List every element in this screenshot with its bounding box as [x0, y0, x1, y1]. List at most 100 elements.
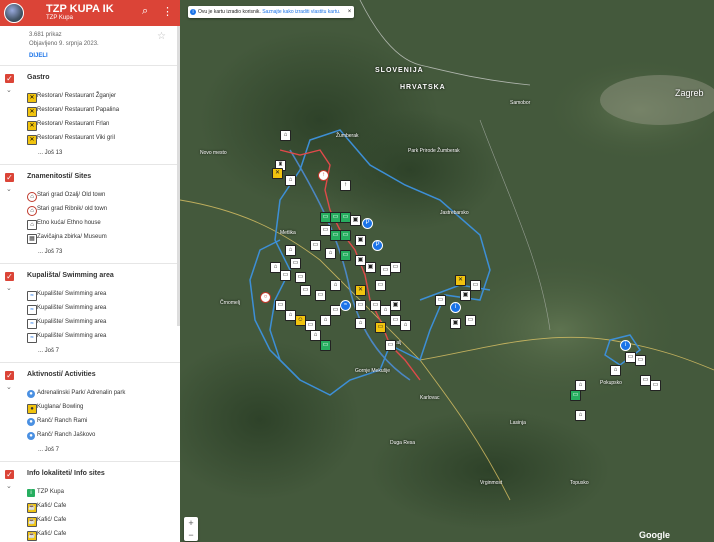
- layer-item[interactable]: ⌂ Etno kuća/ Ethno house: [0, 217, 180, 231]
- layer-item[interactable]: ✕ Restoran/ Restaurant Papalina: [0, 104, 180, 118]
- layer-item[interactable]: ✕ Restoran/ Restaurant Žganjer: [0, 90, 180, 104]
- notice-link[interactable]: Saznajte kako izraditi vlastitu kartu.: [262, 9, 340, 15]
- map-marker[interactable]: ▣: [355, 235, 366, 246]
- map-marker[interactable]: ⌂: [320, 315, 331, 326]
- swimming-icon: ≈: [27, 291, 37, 301]
- layer-title[interactable]: Kupališta/ Swimming area: [27, 272, 114, 279]
- map-marker[interactable]: ▭: [280, 270, 291, 281]
- zoom-out-button[interactable]: −: [184, 529, 198, 541]
- map-marker[interactable]: ▣: [390, 300, 401, 311]
- map-marker[interactable]: ▣: [450, 318, 461, 329]
- layer-item[interactable]: ● Kuglana/ Bowling: [0, 401, 180, 415]
- map-marker[interactable]: ▭: [570, 390, 581, 401]
- map-marker[interactable]: ✕: [355, 285, 366, 296]
- layer-item[interactable]: ☕ Kafić/ Cafe: [0, 514, 180, 528]
- map-marker[interactable]: ⌂: [400, 320, 411, 331]
- layer-item[interactable]: ☕ Kafić/ Cafe: [0, 528, 180, 542]
- place-label-samobor: Samobor: [510, 100, 531, 106]
- map-marker[interactable]: ↑: [340, 180, 351, 191]
- map-marker[interactable]: ⌂: [325, 248, 336, 259]
- layer-title[interactable]: Info lokaliteti/ Info sites: [27, 470, 105, 477]
- map-marker[interactable]: ⌂: [285, 245, 296, 256]
- map-marker[interactable]: ▣: [350, 215, 361, 226]
- layer-checkbox[interactable]: ✓: [5, 74, 14, 83]
- layer-title[interactable]: Gastro: [27, 74, 50, 81]
- map-marker[interactable]: ▣: [365, 262, 376, 273]
- map-marker[interactable]: ▭: [465, 315, 476, 326]
- map-marker[interactable]: ▭: [375, 322, 386, 333]
- layer-checkbox[interactable]: ✓: [5, 173, 14, 182]
- layer-item[interactable]: ≈ Kupalište/ Swimming area: [0, 302, 180, 316]
- map-marker[interactable]: ✕: [455, 275, 466, 286]
- map-owner[interactable]: TZP Kupa: [46, 15, 73, 21]
- layer-item[interactable]: ⌂ Stari grad Ribnik/ old town: [0, 203, 180, 217]
- map-marker[interactable]: ▭: [435, 295, 446, 306]
- map-marker[interactable]: ▭: [470, 280, 481, 291]
- map-marker[interactable]: ▭: [635, 355, 646, 366]
- map-marker[interactable]: i: [620, 340, 631, 351]
- map-marker[interactable]: ↑: [318, 170, 329, 181]
- map-marker[interactable]: ▭: [310, 240, 321, 251]
- map-marker[interactable]: ⌂: [575, 410, 586, 421]
- map-marker[interactable]: ▭: [315, 290, 326, 301]
- layer-item-label: Kupalište/ Swimming area: [37, 319, 107, 325]
- layer-header: ✓ Znamenitosti/ Sites ⌄: [0, 171, 180, 193]
- map-marker[interactable]: P: [362, 218, 373, 229]
- layer-title[interactable]: Znamenitosti/ Sites: [27, 173, 91, 180]
- more-items-link[interactable]: ... Još 73: [0, 245, 180, 259]
- layer-item[interactable]: ● Ranč/ Ranch Rami: [0, 415, 180, 429]
- more-items-link[interactable]: ... Još 7: [0, 344, 180, 358]
- map-marker[interactable]: ○: [260, 292, 271, 303]
- map-marker[interactable]: ▭: [295, 272, 306, 283]
- layer-item[interactable]: ✕ Restoran/ Restaurant Frlan: [0, 118, 180, 132]
- map-marker[interactable]: ▭: [355, 300, 366, 311]
- layer-item[interactable]: ≈ Kupalište/ Swimming area: [0, 288, 180, 302]
- map-marker[interactable]: ⌂: [330, 280, 341, 291]
- map-marker[interactable]: P: [372, 240, 383, 251]
- place-label-lasinja: Lasinja: [510, 420, 526, 426]
- more-items-link[interactable]: ... Još 7: [0, 443, 180, 457]
- map-marker[interactable]: ▭: [375, 280, 386, 291]
- search-icon[interactable]: ⌕: [142, 5, 148, 18]
- user-map-notice: i Ovu je kartu izradio korisnik. Saznajt…: [188, 6, 355, 18]
- layer-item[interactable]: ● Ranč/ Ranch Jaškovo: [0, 429, 180, 443]
- map-marker[interactable]: ▭: [340, 230, 351, 241]
- layer-item[interactable]: ≈ Kupalište/ Swimming area: [0, 330, 180, 344]
- layer-checkbox[interactable]: ✓: [5, 371, 14, 380]
- map-canvas[interactable]: SLOVENIJA HRVATSKA Zagreb Žumberak Park …: [180, 0, 714, 542]
- map-marker[interactable]: ≈: [340, 300, 351, 311]
- place-label-crnomelj: Črnomelj: [220, 300, 241, 306]
- star-icon[interactable]: ☆: [157, 32, 166, 42]
- layer-item[interactable]: i TZP Kupa: [0, 486, 180, 500]
- map-marker[interactable]: i: [450, 302, 461, 313]
- layer-item[interactable]: ⌂ Stari grad Ozalj/ Old town: [0, 189, 180, 203]
- map-marker[interactable]: ▭: [385, 340, 396, 351]
- layer-item[interactable]: ▦ Zavičajna zbirka/ Museum: [0, 231, 180, 245]
- close-icon[interactable]: ×: [348, 6, 352, 18]
- map-marker[interactable]: ✕: [272, 168, 283, 179]
- layer-checkbox[interactable]: ✓: [5, 470, 14, 479]
- layer-checkbox[interactable]: ✓: [5, 272, 14, 281]
- map-marker[interactable]: ⌂: [610, 365, 621, 376]
- map-marker[interactable]: ⌂: [355, 318, 366, 329]
- map-thumbnail-icon[interactable]: [4, 3, 24, 23]
- map-marker[interactable]: ▣: [460, 290, 471, 301]
- layer-item-label: Etno kuća/ Ethno house: [37, 220, 101, 226]
- map-marker[interactable]: ▭: [300, 285, 311, 296]
- map-marker[interactable]: ▭: [650, 380, 661, 391]
- layer-item[interactable]: ☕ Kafić/ Cafe: [0, 500, 180, 514]
- map-marker[interactable]: ⌂: [285, 175, 296, 186]
- layer-title[interactable]: Aktivnosti/ Activities: [27, 371, 96, 378]
- more-vert-icon[interactable]: ⋮: [162, 5, 173, 18]
- share-button[interactable]: DIJELI: [29, 52, 180, 61]
- map-marker[interactable]: ▭: [290, 258, 301, 269]
- layer-item[interactable]: ● Adrenalinski Park/ Adrenalin park: [0, 387, 180, 401]
- layer-item[interactable]: ✕ Restoran/ Restaurant Viki gril: [0, 132, 180, 146]
- zoom-in-button[interactable]: +: [184, 517, 198, 529]
- map-marker[interactable]: ▭: [340, 250, 351, 261]
- map-marker[interactable]: ⌂: [280, 130, 291, 141]
- more-items-link[interactable]: ... Još 13: [0, 146, 180, 160]
- map-marker[interactable]: ▭: [390, 262, 401, 273]
- map-marker[interactable]: ▭: [320, 340, 331, 351]
- layer-item[interactable]: ≈ Kupalište/ Swimming area: [0, 316, 180, 330]
